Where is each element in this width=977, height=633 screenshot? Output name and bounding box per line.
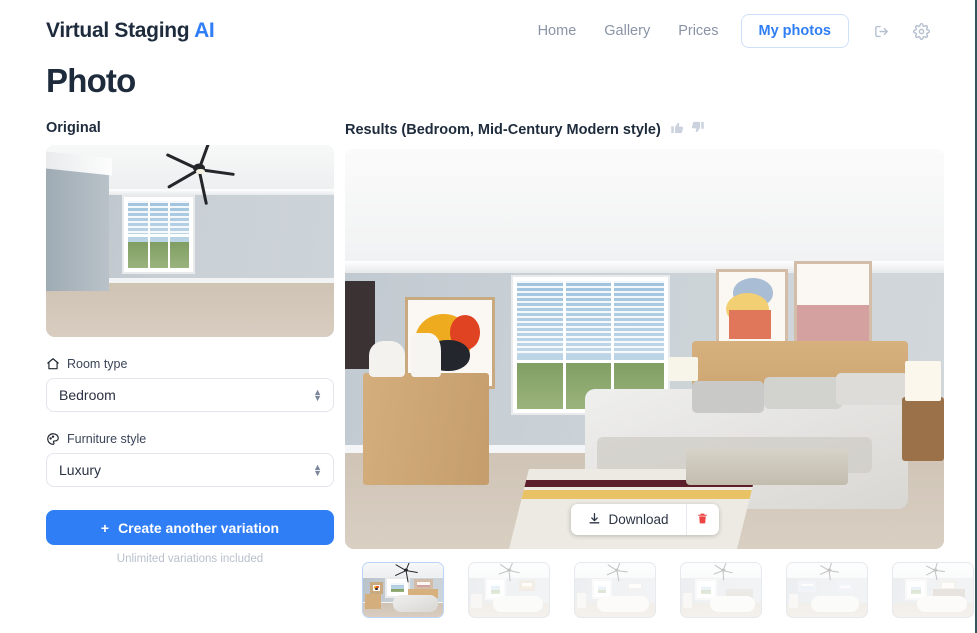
- brand-accent: AI: [194, 19, 215, 42]
- brand-name: Virtual Staging: [46, 19, 195, 42]
- ceiling: [345, 149, 944, 273]
- app-header: Virtual Staging AI Home Gallery Prices M…: [0, 0, 975, 62]
- room-type-label: Room type: [67, 357, 128, 371]
- variation-thumbnail-5[interactable]: [786, 562, 868, 618]
- result-action-bar: Download: [570, 504, 719, 535]
- artwork-abstract-right-1: [716, 269, 789, 349]
- download-label: Download: [608, 512, 669, 527]
- download-button[interactable]: Download: [570, 504, 686, 535]
- furniture-style-label: Furniture style: [67, 432, 147, 446]
- chevron-updown-icon: ▲ ▼: [313, 462, 322, 478]
- brand-logo[interactable]: Virtual Staging AI: [46, 19, 215, 43]
- create-variation-button[interactable]: + Create another variation: [46, 510, 334, 545]
- logout-icon[interactable]: [867, 17, 895, 45]
- plus-icon: +: [100, 519, 110, 536]
- chevron-updown-icon: ▲ ▼: [313, 387, 322, 403]
- vase-1: [368, 341, 405, 377]
- original-room-scene: [46, 145, 334, 337]
- room-type-label-row: Room type: [46, 357, 334, 371]
- original-photo[interactable]: [46, 145, 334, 337]
- gear-icon[interactable]: [907, 17, 935, 45]
- pillow-3: [836, 373, 909, 405]
- window-grid: [127, 200, 189, 268]
- artwork-abstract-right-2: [794, 261, 873, 345]
- furniture-style-select[interactable]: Luxury ▲ ▼: [46, 453, 334, 487]
- variation-thumbnail-3[interactable]: [574, 562, 656, 618]
- carpet-floor: [46, 283, 334, 337]
- staged-room-scene: [345, 149, 944, 549]
- results-panel: Results (Bedroom, Mid-Century Modern sty…: [345, 120, 944, 549]
- page-title: Photo: [46, 62, 136, 99]
- nightstand-right: [902, 397, 944, 461]
- home-icon: [46, 357, 60, 371]
- room-type-value: Bedroom: [59, 387, 116, 403]
- create-variation-label: Create another variation: [118, 519, 280, 536]
- variation-thumbnail-strip[interactable]: [362, 562, 975, 618]
- nav-link-home[interactable]: Home: [524, 17, 591, 45]
- dresser: [362, 373, 489, 485]
- nav-link-prices[interactable]: Prices: [664, 17, 732, 45]
- variation-thumbnail-2[interactable]: [468, 562, 550, 618]
- room-type-select[interactable]: Bedroom ▲ ▼: [46, 378, 334, 412]
- nav-button-my-photos[interactable]: My photos: [740, 14, 849, 48]
- variation-thumbnail-6[interactable]: [892, 562, 974, 618]
- original-panel: Original Room type Bedroom ▲ ▼ Furniture…: [46, 120, 334, 565]
- trash-icon: [696, 512, 709, 528]
- palette-icon: [46, 432, 60, 446]
- variation-thumbnail-1[interactable]: [362, 562, 444, 618]
- left-wall: [46, 160, 110, 291]
- furniture-style-value: Luxury: [59, 462, 102, 478]
- nav-link-gallery[interactable]: Gallery: [590, 17, 664, 45]
- create-variation-note: Unlimited variations included: [116, 553, 264, 565]
- app-viewport: Virtual Staging AI Home Gallery Prices M…: [0, 0, 977, 633]
- download-icon: [587, 512, 600, 528]
- original-label: Original: [46, 120, 101, 136]
- furniture-style-label-row: Furniture style: [46, 432, 334, 446]
- thumbs-down-icon[interactable]: [690, 120, 705, 140]
- ceiling-fan: [161, 145, 236, 206]
- results-label: Results (Bedroom, Mid-Century Modern sty…: [345, 122, 661, 138]
- window: [123, 196, 193, 272]
- bed-bench: [686, 449, 849, 485]
- result-photo[interactable]: Download: [345, 149, 944, 549]
- main-navigation: Home Gallery Prices My photos: [524, 14, 935, 48]
- rating-controls: [670, 120, 705, 140]
- delete-button[interactable]: [685, 504, 719, 535]
- results-header: Results (Bedroom, Mid-Century Modern sty…: [345, 120, 944, 140]
- variation-thumbnail-4[interactable]: [680, 562, 762, 618]
- fan-light: [195, 168, 205, 175]
- vase-2: [410, 333, 441, 377]
- thumbs-up-icon[interactable]: [670, 120, 685, 140]
- lamp-left: [668, 357, 699, 381]
- lamp-right: [905, 361, 941, 401]
- pillow-2: [764, 377, 843, 409]
- pillow-1: [692, 381, 765, 413]
